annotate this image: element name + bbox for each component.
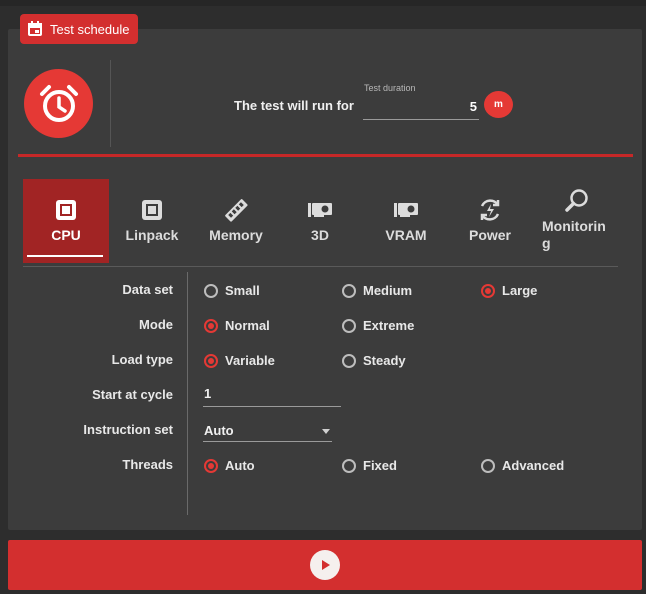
- radio-indicator: [342, 458, 356, 473]
- radio-indicator: [481, 283, 495, 298]
- instruction-set-label: Instruction set: [83, 422, 173, 437]
- chevron-down-icon: [322, 429, 330, 434]
- window-top-strip: [0, 0, 646, 6]
- instruction-set-select[interactable]: Auto: [203, 421, 332, 442]
- tab-monitoring-label: Monitoring: [542, 218, 606, 251]
- threads-advanced-label: Advanced: [502, 458, 565, 473]
- test-type-tabs: CPU Linpack Memory 3D VRAM Power Monitor…: [23, 179, 623, 263]
- tab-3d-label: 3D: [311, 227, 329, 243]
- tab-linpack-label: Linpack: [125, 227, 179, 243]
- load-type-steady-radio[interactable]: Steady: [342, 353, 406, 368]
- threads-label: Threads: [122, 457, 173, 472]
- data-set-label: Data set: [122, 282, 173, 297]
- radio-indicator: [204, 283, 218, 298]
- tabs-divider: [23, 266, 618, 267]
- start-at-cycle-label: Start at cycle: [92, 387, 173, 402]
- data-set-small-radio[interactable]: Small: [204, 283, 260, 298]
- calendar-icon: [28, 21, 42, 36]
- instruction-set-value: Auto: [204, 423, 234, 438]
- radio-indicator: [204, 318, 218, 333]
- tab-power[interactable]: Power: [447, 179, 533, 263]
- start-at-cycle-input[interactable]: 1: [203, 385, 341, 407]
- tab-3d[interactable]: 3D: [277, 179, 363, 263]
- load-type-label: Load type: [111, 352, 173, 367]
- linpack-icon: [139, 197, 165, 223]
- radio-indicator: [204, 353, 218, 368]
- threads-advanced-radio[interactable]: Advanced: [481, 458, 564, 473]
- radio-indicator: [342, 318, 356, 333]
- tab-cpu[interactable]: CPU: [23, 179, 109, 263]
- test-schedule-tag: Test schedule: [20, 14, 138, 44]
- play-icon: [310, 550, 340, 580]
- monitoring-icon: [563, 188, 591, 214]
- cpu-icon: [53, 197, 79, 223]
- radio-indicator: [481, 458, 495, 473]
- gpu-icon: [306, 197, 334, 223]
- load-type-variable-label: Variable: [225, 353, 275, 368]
- data-set-large-radio[interactable]: Large: [481, 283, 537, 298]
- duration-unit-button[interactable]: m: [484, 91, 513, 118]
- header-divider: [18, 154, 633, 157]
- data-set-medium-radio[interactable]: Medium: [342, 283, 412, 298]
- mode-label: Mode: [139, 317, 173, 332]
- alarm-clock-icon: [39, 84, 78, 122]
- threads-auto-radio[interactable]: Auto: [204, 458, 255, 473]
- data-set-small-label: Small: [225, 283, 260, 298]
- run-duration-text: The test will run for: [234, 98, 354, 113]
- tab-monitoring[interactable]: Monitoring: [531, 179, 623, 263]
- tab-cpu-label: CPU: [51, 227, 81, 243]
- tab-vram[interactable]: VRAM: [363, 179, 449, 263]
- active-tab-indicator: [27, 255, 103, 257]
- tab-vram-label: VRAM: [385, 227, 427, 243]
- start-test-button[interactable]: [8, 540, 642, 590]
- data-set-medium-label: Medium: [363, 283, 413, 298]
- test-duration-input[interactable]: 5: [363, 96, 479, 120]
- alarm-clock-badge: [24, 69, 93, 138]
- load-type-steady-label: Steady: [363, 353, 406, 368]
- radio-indicator: [342, 353, 356, 368]
- power-icon: [476, 197, 504, 223]
- tab-memory-label: Memory: [209, 227, 263, 243]
- tab-memory[interactable]: Memory: [193, 179, 279, 263]
- settings-column-divider: [187, 272, 188, 515]
- mode-normal-label: Normal: [225, 318, 270, 333]
- mode-normal-radio[interactable]: Normal: [204, 318, 270, 333]
- mode-extreme-radio[interactable]: Extreme: [342, 318, 414, 333]
- header-separator: [110, 60, 111, 147]
- memory-icon: [222, 197, 250, 223]
- mode-extreme-label: Extreme: [363, 318, 415, 333]
- tab-linpack[interactable]: Linpack: [109, 179, 195, 263]
- load-type-variable-radio[interactable]: Variable: [204, 353, 275, 368]
- radio-indicator: [342, 283, 356, 298]
- threads-fixed-label: Fixed: [363, 458, 397, 473]
- test-duration-label: Test duration: [364, 83, 416, 93]
- threads-fixed-radio[interactable]: Fixed: [342, 458, 397, 473]
- test-schedule-label: Test schedule: [50, 21, 130, 37]
- data-set-large-label: Large: [502, 283, 538, 298]
- threads-auto-label: Auto: [225, 458, 255, 473]
- radio-indicator: [204, 458, 218, 473]
- vram-icon: [392, 197, 420, 223]
- tab-power-label: Power: [468, 227, 511, 243]
